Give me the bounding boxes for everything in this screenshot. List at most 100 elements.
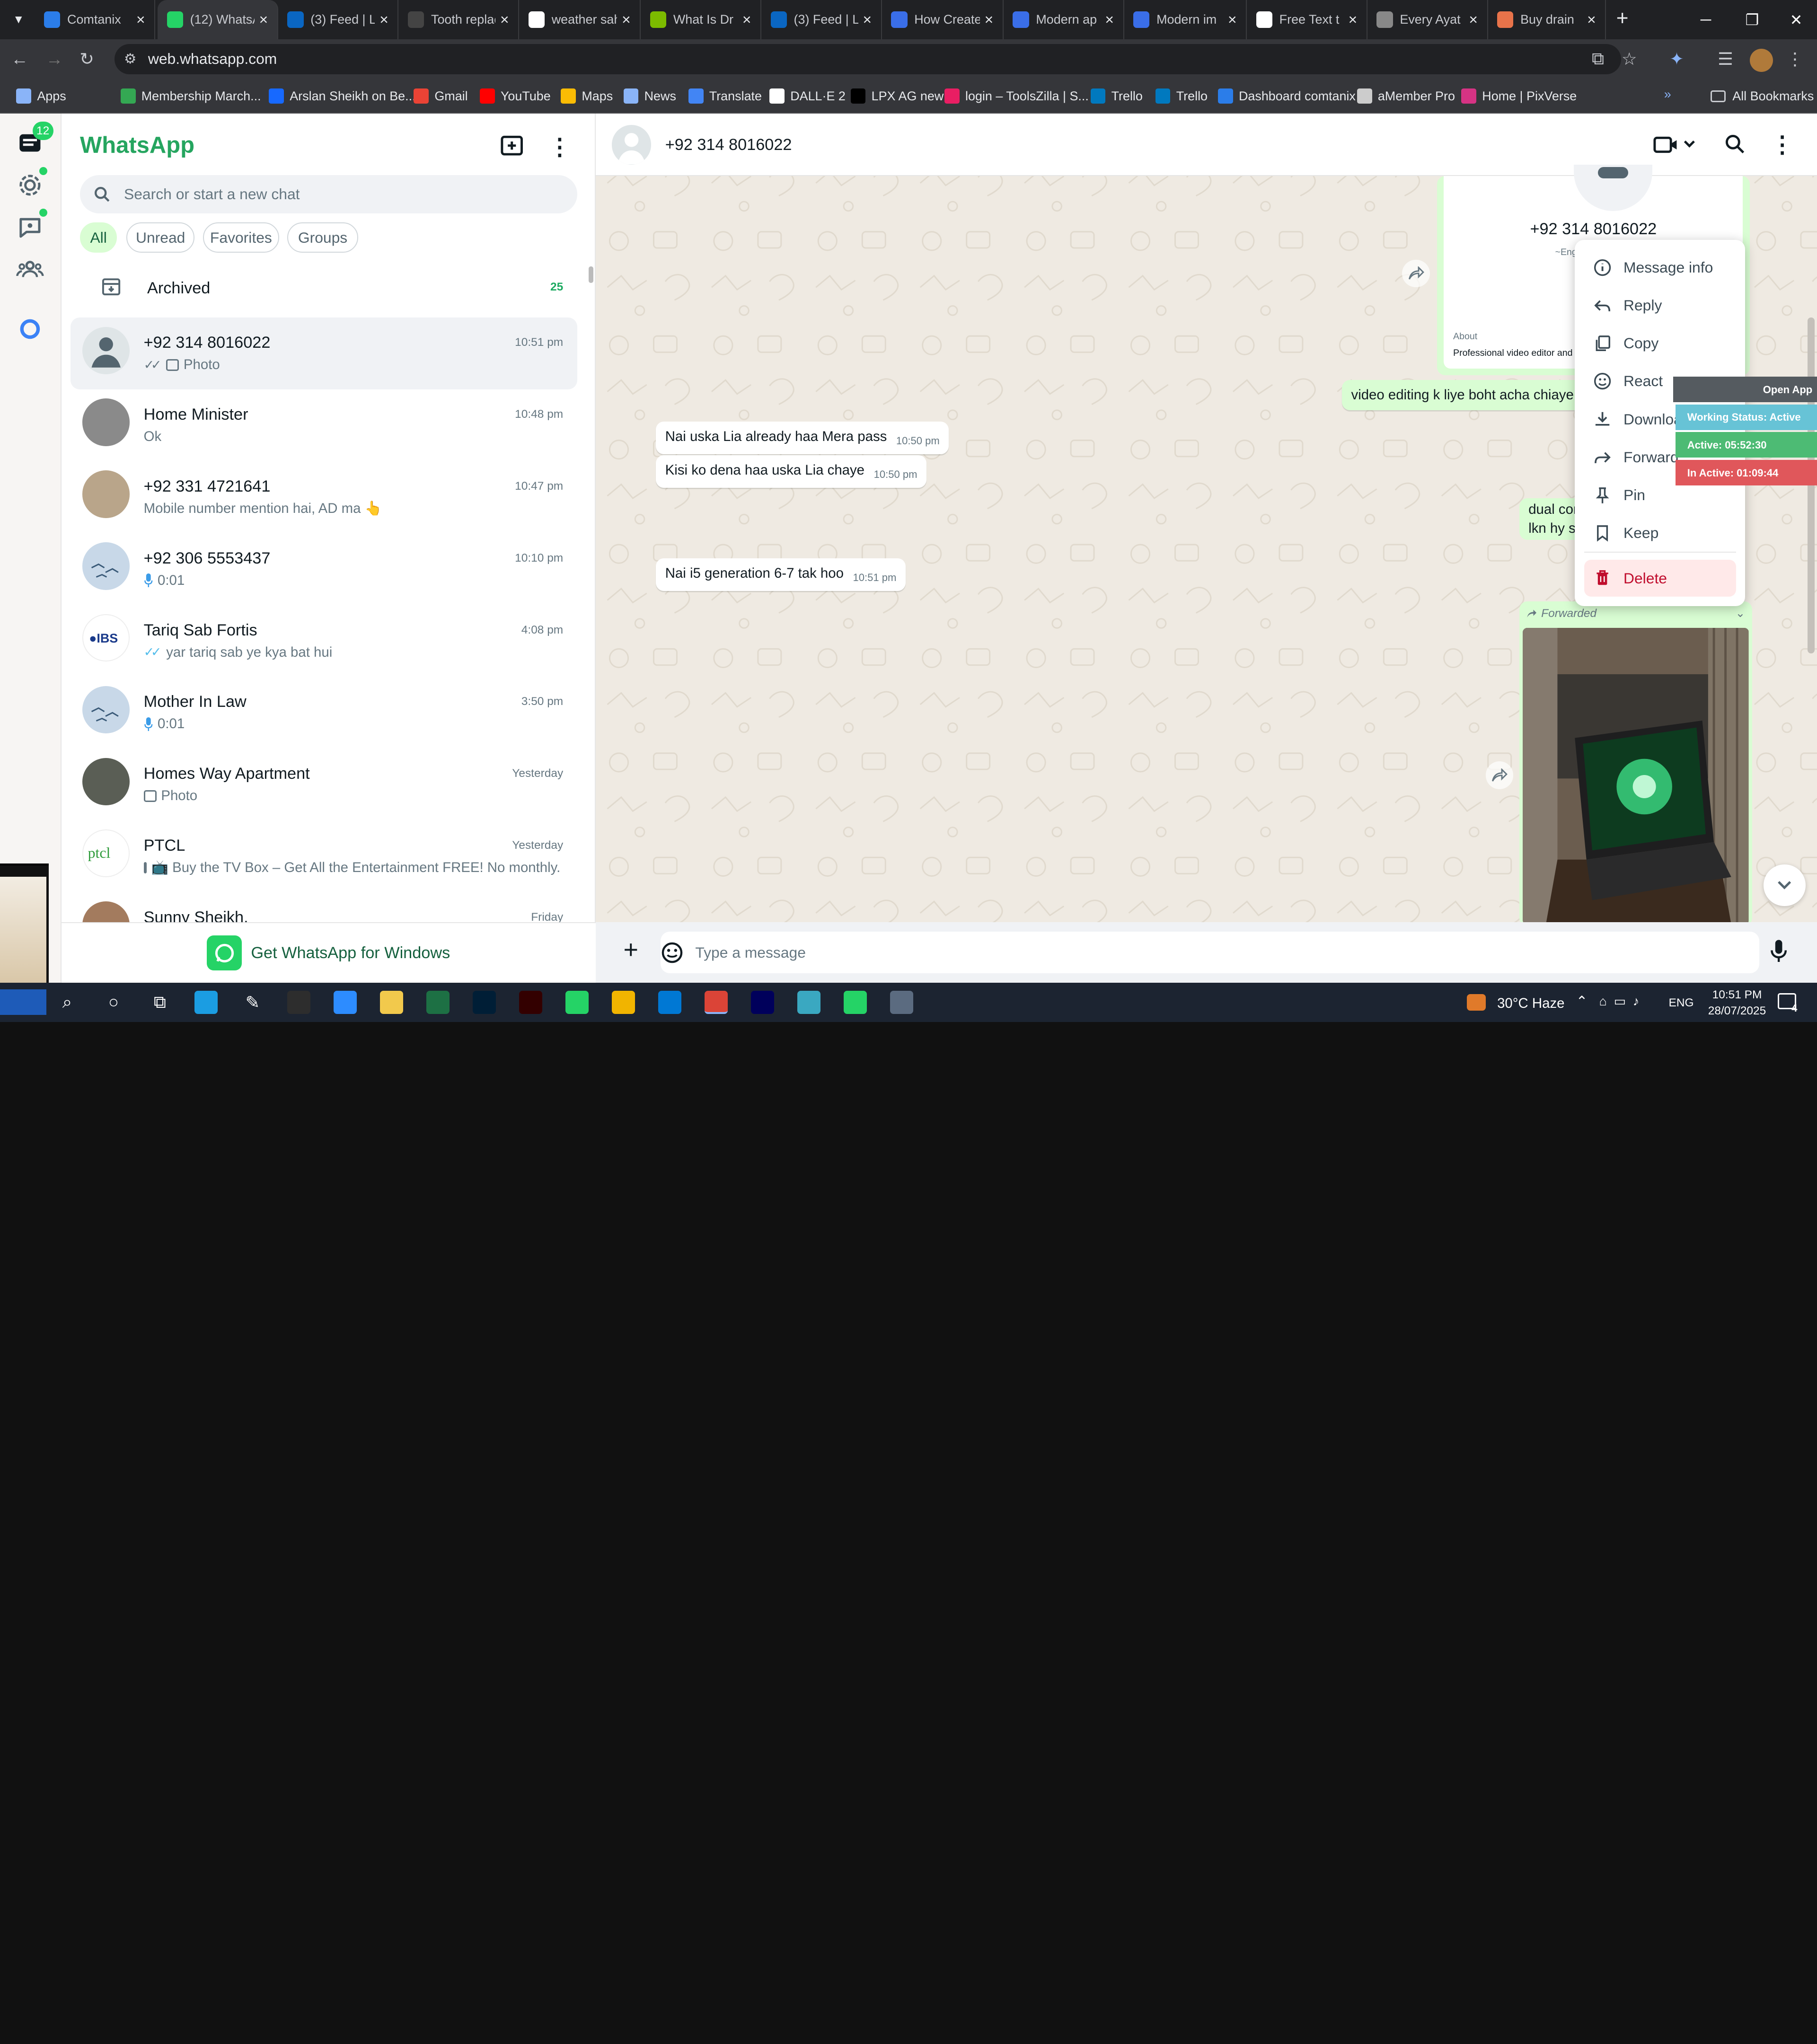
premiere-icon[interactable]	[750, 990, 774, 1014]
incoming-message[interactable]: Nai uska Lia already haa Mera pass 10:50 …	[656, 422, 949, 455]
whatsapp2-icon[interactable]	[843, 990, 867, 1014]
archived-row[interactable]: Archived 25	[71, 264, 577, 310]
tab-close-icon[interactable]: ×	[863, 11, 872, 28]
browser-tab[interactable]: Every Ayat ×	[1367, 0, 1488, 40]
tab-close-icon[interactable]: ×	[136, 11, 145, 28]
browser-tab[interactable]: (3) Feed | LinkedIn ×	[761, 0, 882, 40]
close-window-button[interactable]: ✕	[1773, 0, 1817, 40]
install-app-icon[interactable]: ⧉	[1588, 49, 1608, 70]
laptop-photo[interactable]	[1522, 628, 1749, 925]
start-news-widget[interactable]	[0, 989, 46, 1015]
conversation-menu-icon[interactable]: ⋮	[1771, 131, 1794, 158]
tab-close-icon[interactable]: ×	[1349, 11, 1358, 28]
weather-text[interactable]: 30°C Haze	[1497, 996, 1564, 1012]
browser-tab[interactable]: Comtanix ×	[35, 0, 156, 40]
outgoing-message[interactable]: video editing k liye boht acha chiaye	[1341, 380, 1583, 410]
tab-close-icon[interactable]: ×	[1228, 11, 1237, 28]
browser-tab[interactable]: weather sahiwal ×	[519, 0, 641, 40]
bookmark-item[interactable]: DALL·E 2	[769, 86, 846, 106]
more-bookmarks-icon[interactable]: »	[1664, 87, 1671, 102]
communities-icon[interactable]	[16, 255, 44, 283]
minimize-button[interactable]: ─	[1683, 0, 1729, 39]
browser-tab[interactable]: Buy drain ×	[1488, 0, 1606, 40]
attach-icon[interactable]: +	[624, 937, 638, 963]
address-bar[interactable]: ⚙ web.whatsapp.com	[115, 44, 1622, 74]
browser-tab[interactable]: (12) WhatsApp ×	[158, 0, 278, 40]
browser-tab[interactable]: Modern im ×	[1124, 0, 1247, 40]
browser-tab[interactable]: Free Text t ×	[1247, 0, 1367, 40]
menu-item-delete[interactable]: Delete	[1584, 559, 1736, 597]
search-messages-icon[interactable]	[1724, 133, 1745, 154]
cortana-icon[interactable]: ○	[102, 991, 125, 1014]
filter-groups[interactable]: Groups	[287, 222, 358, 253]
chat-row[interactable]: Mother In Law 3:50 pm 0:01	[71, 677, 577, 749]
bookmark-item[interactable]: Apps	[16, 86, 66, 106]
message-chevron-icon[interactable]: ⌄	[1736, 606, 1746, 620]
chrome-icon[interactable]	[612, 990, 635, 1014]
tab-close-icon[interactable]: ×	[500, 11, 509, 28]
bookmark-item[interactable]: Arslan Sheikh on Be...	[269, 86, 416, 106]
video-call-icon[interactable]	[1652, 134, 1696, 155]
menu-icon[interactable]: ⋮	[548, 133, 571, 160]
terminal-icon[interactable]	[287, 990, 311, 1014]
extensions-icon[interactable]: ✦	[1667, 49, 1687, 70]
all-bookmarks[interactable]: All Bookmarks	[1710, 86, 1814, 106]
explorer-icon[interactable]	[380, 990, 404, 1014]
tab-close-icon[interactable]: ×	[1469, 11, 1478, 28]
language-indicator[interactable]: ENG	[1669, 996, 1694, 1010]
scroll-to-bottom-button[interactable]	[1764, 864, 1806, 907]
tab-close-icon[interactable]: ×	[1587, 11, 1596, 28]
tab-close-icon[interactable]: ×	[985, 11, 994, 28]
menu-item-reply[interactable]: Reply	[1575, 287, 1745, 324]
app-icon[interactable]	[797, 990, 820, 1014]
chat-row[interactable]: +92 331 4721641 10:47 pm Mobile number men…	[71, 461, 577, 533]
video-thumbnail-overlay[interactable]	[0, 863, 49, 984]
tab-close-icon[interactable]: ×	[742, 11, 751, 28]
menu-item-copy[interactable]: Copy	[1575, 325, 1745, 362]
browser-menu-icon[interactable]: ⋮	[1784, 49, 1805, 70]
browser-tab[interactable]: (3) Feed | LinkedIn ×	[278, 0, 399, 40]
forward-button[interactable]	[1402, 259, 1430, 288]
bookmark-item[interactable]: Trello	[1155, 86, 1208, 106]
get-whatsapp-windows-link[interactable]: Get WhatsApp for Windows	[61, 922, 596, 983]
forward-icon[interactable]: →	[44, 49, 65, 70]
photoshop-icon[interactable]	[473, 990, 496, 1014]
chat-row[interactable]: Homes Way Apartment Yesterday Photo	[71, 749, 577, 820]
back-icon[interactable]: ←	[9, 49, 30, 70]
incoming-message[interactable]: Kisi ko dena haa uska Lia chaye 10:50 pm	[656, 455, 927, 488]
excel-icon[interactable]	[426, 990, 450, 1014]
bookmark-item[interactable]: Maps	[561, 86, 613, 106]
bookmark-item[interactable]: aMember Pro	[1357, 86, 1455, 106]
tray-icons[interactable]: ⌂▭♪	[1599, 994, 1646, 1009]
search-input[interactable]: Search or start a new chat	[79, 175, 577, 213]
clock-time[interactable]: 10:51 PM	[1708, 988, 1766, 1002]
tray-chevron-icon[interactable]: ⌃	[1576, 993, 1588, 1010]
pen-icon[interactable]: ✎	[241, 991, 264, 1014]
menu-item-keep[interactable]: Keep	[1575, 514, 1745, 551]
browser-tab[interactable]: Modern ap ×	[1004, 0, 1124, 40]
tab-close-icon[interactable]: ×	[259, 11, 268, 28]
chat-row[interactable]: +92 314 8016022 10:51 pm ✓✓ Photo	[71, 317, 577, 389]
taskview-icon[interactable]: ⧉	[148, 991, 171, 1014]
tab-close-icon[interactable]: ×	[622, 11, 631, 28]
bookmark-item[interactable]: Translate	[688, 86, 762, 106]
browser-tab[interactable]: What Is Dr ×	[641, 0, 761, 40]
tab-close-icon[interactable]: ×	[379, 11, 388, 28]
illustrator-icon[interactable]	[519, 990, 543, 1014]
browser-tab[interactable]: Tooth replacement ×	[398, 0, 520, 40]
search-icon[interactable]: ⌕	[56, 991, 79, 1014]
status-icon[interactable]	[16, 171, 44, 199]
chat-row[interactable]: Home Minister 10:48 pm Ok	[71, 389, 577, 461]
chrome-active-icon[interactable]	[704, 990, 728, 1014]
forwarded-photo-message[interactable]: Forwarded ⌄	[1519, 601, 1752, 926]
meta-ai-icon[interactable]	[16, 315, 44, 343]
new-chat-icon[interactable]	[500, 133, 525, 159]
forward-photo-button[interactable]	[1485, 761, 1514, 789]
calculator-icon[interactable]	[890, 990, 913, 1014]
chat-row[interactable]: ●IBS Tariq Sab Fortis 4:08 pm ✓✓ yar tariq s…	[71, 605, 577, 677]
chat-row[interactable]: +92 306 5553437 10:10 pm 0:01	[71, 533, 577, 605]
new-tab-button[interactable]: +	[1611, 7, 1634, 30]
clock-date[interactable]: 28/07/2025	[1706, 1004, 1768, 1018]
filter-favorites[interactable]: Favorites	[203, 222, 280, 253]
menu-item-message-info[interactable]: Message info	[1575, 249, 1745, 286]
